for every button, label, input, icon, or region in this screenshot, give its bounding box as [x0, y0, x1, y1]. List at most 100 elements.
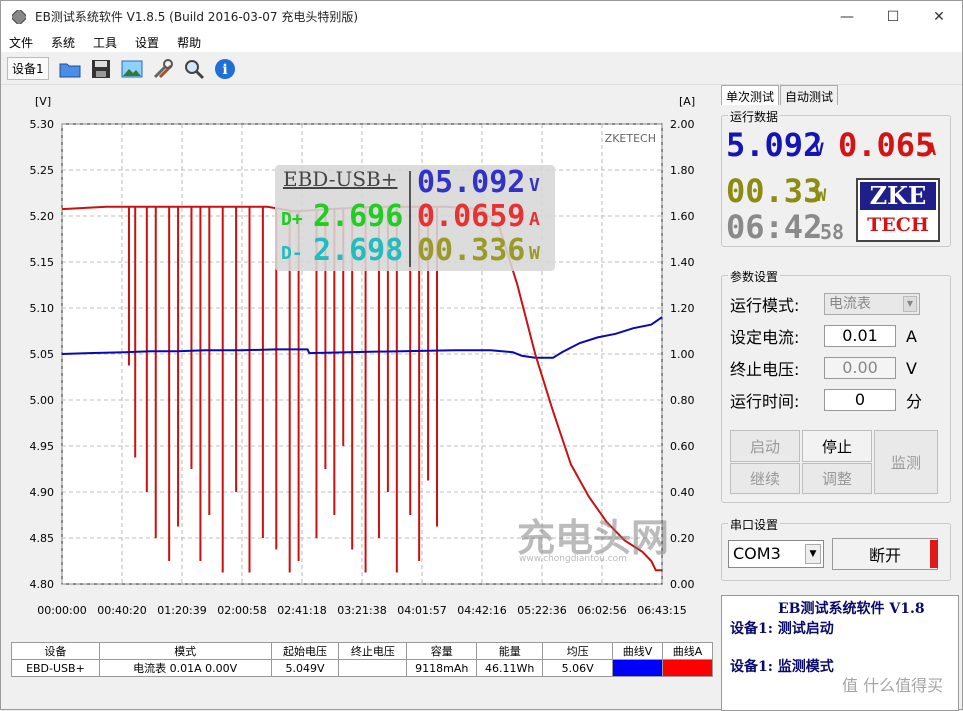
minimize-button[interactable]: —: [824, 1, 870, 32]
continue-button[interactable]: 继续: [730, 463, 800, 494]
x-tick-label: 04:01:57: [397, 604, 446, 617]
device-tab[interactable]: 设备1: [7, 57, 49, 80]
table-header: 均压: [542, 642, 614, 660]
overlay-voltage: 05.092: [417, 165, 526, 200]
folder-icon[interactable]: [57, 56, 83, 82]
overlay-dplus-label: D+: [281, 209, 303, 230]
tools-icon[interactable]: [150, 56, 176, 82]
chart-panel: 5.30 2.00 5.25 1.80 5.20 1.60 5.15 1.40 5.10 1.20…: [9, 87, 714, 635]
window-title: EB测试系统软件 V1.8.5 (Build 2016-03-07 充电头特别版…: [35, 10, 359, 24]
menu-system[interactable]: 系统: [49, 34, 77, 51]
stop-voltage-label: 终止电压:: [730, 360, 800, 379]
x-tick-label: 06:43:15: [637, 604, 686, 617]
runtime-voltage-unit: V: [814, 140, 825, 160]
table-header: 设备: [11, 642, 100, 660]
y-right-axis-label: [A]: [679, 95, 695, 108]
curve-v-swatch[interactable]: [612, 659, 664, 677]
x-tick-label: 05:22:36: [517, 604, 566, 617]
runtime-power-unit: W: [816, 186, 827, 206]
close-button[interactable]: ✕: [916, 1, 962, 32]
tab-auto-test[interactable]: 自动测试: [780, 85, 839, 105]
serial-title: 串口设置: [728, 516, 781, 533]
y-right-tick-label: 0.40: [670, 486, 695, 499]
title-bar: EB测试系统软件 V1.8.5 (Build 2016-03-07 充电头特别版…: [1, 1, 962, 32]
runtime-power: 00.33: [726, 172, 823, 210]
maximize-button[interactable]: ☐: [870, 1, 916, 32]
status-log: EB测试系统软件 V1.8 设备1: 测试启动 设备1: 监测模式 值 什么值得…: [721, 595, 959, 711]
connection-status-indicator: [930, 540, 938, 568]
runtime-voltage: 5.092: [726, 126, 823, 164]
toolbar: 设备1 i: [1, 53, 962, 85]
set-current-input[interactable]: 0.01: [824, 325, 896, 347]
y-left-tick-label: 5.30: [30, 118, 55, 131]
app-logo-icon: [11, 9, 27, 25]
run-time-unit: 分: [906, 392, 923, 411]
table-header: 能量: [476, 642, 544, 660]
table-header: 终止电压: [338, 642, 408, 660]
y-left-tick-label: 5.10: [30, 302, 55, 315]
set-current-unit: A: [906, 326, 917, 346]
logo-bottom: TECH: [867, 214, 929, 236]
table-cell: 46.11Wh: [476, 659, 544, 677]
monitor-button[interactable]: 监测: [874, 430, 938, 494]
table-cell: [338, 659, 408, 677]
zhihu-watermark: 值 什么值得买: [842, 676, 944, 695]
x-tick-label: 02:00:58: [217, 604, 266, 617]
overlay-model: EBD-USB+: [283, 167, 398, 191]
disconnect-button[interactable]: 断开: [832, 538, 938, 570]
y-right-tick-label: 1.20: [670, 302, 695, 315]
table-cell: EBD-USB+: [11, 659, 100, 677]
x-tick-label: 03:21:38: [337, 604, 386, 617]
runtime-current: 0.065: [838, 126, 935, 164]
table-row[interactable]: EBD-USB+ 电流表 0.01A 0.00V 5.049V 9118mAh …: [11, 659, 713, 677]
stop-button[interactable]: 停止: [802, 430, 872, 462]
x-tick-label: 04:42:16: [457, 604, 506, 617]
table-cell: 5.049V: [270, 659, 340, 677]
image-icon[interactable]: [119, 56, 145, 82]
com-port-select[interactable]: COM3 ▼: [728, 540, 824, 568]
overlay-power: 00.336: [417, 233, 526, 268]
run-time-input[interactable]: 0: [824, 389, 896, 411]
y-left-tick-label: 4.85: [30, 532, 55, 545]
table-cell: 电流表 0.01A 0.00V: [98, 659, 272, 677]
y-left-tick-label: 5.00: [30, 394, 55, 407]
y-left-tick-label: 5.15: [30, 256, 55, 269]
y-left-tick-label: 5.20: [30, 210, 55, 223]
menu-bar: 文件 系统 工具 设置 帮助: [1, 32, 962, 52]
status-line-2: 设备1: 监测模式: [730, 659, 834, 675]
app-window: EB测试系统软件 V1.8.5 (Build 2016-03-07 充电头特别版…: [0, 0, 963, 711]
curve-a-swatch[interactable]: [662, 659, 713, 677]
y-left-tick-label: 4.95: [30, 440, 55, 453]
start-button[interactable]: 启动: [730, 430, 800, 462]
table-header: 模式: [98, 642, 272, 660]
tab-single-test[interactable]: 单次测试: [721, 85, 780, 105]
menu-tools[interactable]: 工具: [91, 34, 119, 51]
adjust-button[interactable]: 调整: [802, 463, 872, 494]
y-right-tick-label: 2.00: [670, 118, 695, 131]
test-tabs: 单次测试 自动测试: [721, 85, 959, 105]
y-right-tick-label: 0.20: [670, 532, 695, 545]
y-left-tick-label: 5.25: [30, 164, 55, 177]
overlay-current: 0.0659: [417, 199, 526, 234]
chevron-down-icon: ▼: [805, 544, 821, 564]
stop-voltage-input[interactable]: 0.00: [824, 357, 896, 379]
menu-settings[interactable]: 设置: [133, 34, 161, 51]
x-tick-label: 02:41:18: [277, 604, 326, 617]
mode-select[interactable]: 电流表 ▼: [824, 293, 920, 315]
runtime-time-seconds: 58: [820, 220, 845, 244]
menu-help[interactable]: 帮助: [175, 34, 203, 51]
overlay-dplus: 2.696: [313, 199, 404, 234]
y-right-tick-label: 0.80: [670, 394, 695, 407]
info-icon[interactable]: i: [212, 56, 238, 82]
y-left-tick-label: 4.90: [30, 486, 55, 499]
table-header: 曲线A: [662, 642, 713, 660]
menu-file[interactable]: 文件: [7, 34, 35, 51]
search-icon[interactable]: [181, 56, 207, 82]
stop-voltage-unit: V: [906, 358, 917, 378]
mode-value: 电流表: [829, 296, 871, 312]
summary-table: 设备 模式 起始电压 终止电压 容量 能量 均压 曲线V 曲线A EBD-USB…: [11, 642, 713, 677]
runtime-title: 运行数据: [728, 108, 781, 125]
save-icon[interactable]: [88, 56, 114, 82]
serial-group: 串口设置 COM3 ▼ 断开: [721, 516, 951, 581]
table-header: 容量: [406, 642, 478, 660]
